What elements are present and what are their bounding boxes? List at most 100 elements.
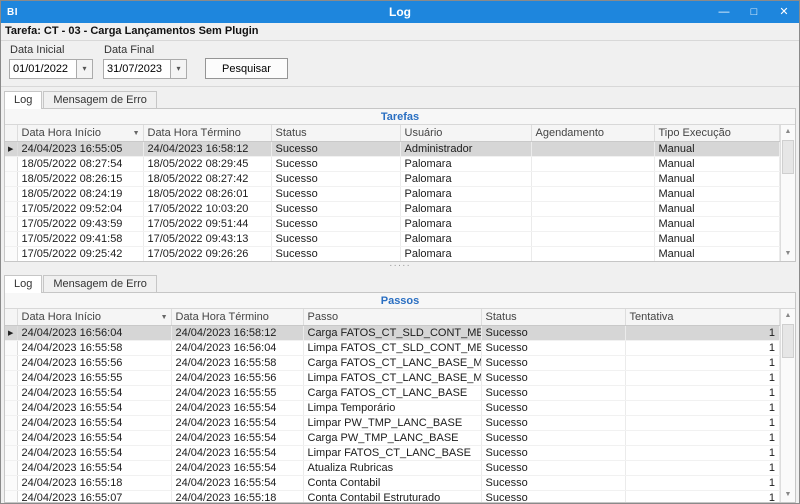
table-row[interactable]: 24/04/2023 16:55:54 24/04/2023 16:55:54 Ca… [5, 430, 780, 446]
col-header-data-hora-inicio[interactable]: Data Hora Início ▼ [17, 125, 144, 142]
cell[interactable]: Manual [654, 156, 780, 172]
cell[interactable]: Sucesso [481, 445, 626, 461]
cell[interactable]: Sucesso [271, 231, 401, 247]
cell[interactable]: Administrador [400, 141, 532, 157]
cell[interactable] [531, 216, 655, 232]
col-header-tentativa[interactable]: Tentativa [625, 309, 780, 326]
cell[interactable]: 24/04/2023 16:55:54 [17, 460, 172, 476]
table-row[interactable]: 17/05/2022 09:43:59 17/05/2022 09:51:44 Su… [5, 216, 780, 232]
cell[interactable]: Limpa Temporário [303, 400, 482, 416]
cell[interactable]: 24/04/2023 16:55:54 [17, 430, 172, 446]
cell[interactable]: 1 [625, 340, 780, 356]
data-inicial-dropdown-icon[interactable]: ▾ [76, 60, 92, 78]
cell[interactable]: Palomara [400, 216, 532, 232]
cell[interactable]: Sucesso [481, 400, 626, 416]
cell[interactable]: Sucesso [271, 201, 401, 217]
table-row[interactable]: 17/05/2022 09:41:58 17/05/2022 09:43:13 Su… [5, 231, 780, 247]
cell[interactable] [531, 246, 655, 261]
cell[interactable]: Manual [654, 216, 780, 232]
cell[interactable]: 1 [625, 475, 780, 491]
cell[interactable]: 1 [625, 415, 780, 431]
cell[interactable] [531, 141, 655, 157]
cell[interactable]: Sucesso [271, 171, 401, 187]
cell[interactable]: Sucesso [481, 490, 626, 502]
cell[interactable]: 17/05/2022 09:26:26 [143, 246, 272, 261]
cell[interactable]: Sucesso [481, 355, 626, 371]
cell[interactable]: Conta Contabil [303, 475, 482, 491]
tab-mensagem-erro-tarefas[interactable]: Mensagem de Erro [43, 91, 157, 108]
cell[interactable]: Palomara [400, 186, 532, 202]
cell[interactable]: 24/04/2023 16:55:54 [171, 460, 304, 476]
scroll-thumb[interactable] [782, 140, 794, 174]
data-final-value[interactable]: 31/07/2023 [104, 60, 170, 78]
cell[interactable]: 17/05/2022 10:03:20 [143, 201, 272, 217]
cell[interactable]: Palomara [400, 201, 532, 217]
passos-vertical-scrollbar[interactable]: ▲ ▼ [780, 309, 795, 502]
table-row[interactable]: ▶ 24/04/2023 16:56:04 24/04/2023 16:58:12 C… [5, 325, 780, 341]
cell[interactable]: 17/05/2022 09:43:59 [17, 216, 144, 232]
maximize-button[interactable]: □ [739, 1, 769, 23]
cell[interactable]: 1 [625, 400, 780, 416]
cell[interactable]: Manual [654, 231, 780, 247]
tarefas-vertical-scrollbar[interactable]: ▲ ▼ [780, 125, 795, 261]
cell[interactable]: 24/04/2023 16:55:07 [17, 490, 172, 502]
tab-mensagem-erro-passos[interactable]: Mensagem de Erro [43, 275, 157, 292]
scroll-up-icon[interactable]: ▲ [785, 309, 792, 323]
cell[interactable]: 1 [625, 430, 780, 446]
cell[interactable]: Palomara [400, 231, 532, 247]
cell[interactable]: 24/04/2023 16:55:58 [17, 340, 172, 356]
table-row[interactable]: 17/05/2022 09:52:04 17/05/2022 10:03:20 Su… [5, 201, 780, 217]
table-row[interactable]: ▶ 24/04/2023 16:55:05 24/04/2023 16:58:12 S… [5, 141, 780, 157]
cell[interactable]: 1 [625, 370, 780, 386]
cell[interactable]: 24/04/2023 16:55:55 [17, 370, 172, 386]
panel-splitter[interactable]: ····· [1, 261, 799, 271]
cell[interactable]: 18/05/2022 08:26:15 [17, 171, 144, 187]
table-row[interactable]: 24/04/2023 16:55:18 24/04/2023 16:55:54 Co… [5, 475, 780, 491]
cell[interactable]: Sucesso [481, 385, 626, 401]
table-row[interactable]: 24/04/2023 16:55:58 24/04/2023 16:56:04 Li… [5, 340, 780, 356]
cell[interactable]: Sucesso [481, 325, 626, 341]
cell[interactable]: 1 [625, 460, 780, 476]
cell[interactable]: Carga FATOS_CT_LANC_BASE_MES [303, 355, 482, 371]
cell[interactable]: 1 [625, 490, 780, 502]
cell[interactable]: 24/04/2023 16:58:12 [143, 141, 272, 157]
minimize-button[interactable]: — [709, 1, 739, 23]
table-row[interactable]: 18/05/2022 08:24:19 18/05/2022 08:26:01 Su… [5, 186, 780, 202]
cell[interactable]: Sucesso [481, 415, 626, 431]
tab-log-passos[interactable]: Log [4, 275, 43, 293]
col-header-usuario[interactable]: Usuário [400, 125, 532, 142]
titlebar[interactable]: BI Log — □ ✕ [1, 1, 799, 23]
cell[interactable]: Atualiza Rubricas [303, 460, 482, 476]
cell[interactable]: 1 [625, 445, 780, 461]
cell[interactable]: 18/05/2022 08:24:19 [17, 186, 144, 202]
cell[interactable]: Carga FATOS_CT_SLD_CONT_MES [303, 325, 482, 341]
pesquisar-button[interactable]: Pesquisar [205, 58, 288, 79]
scroll-thumb[interactable] [782, 324, 794, 358]
cell[interactable]: Manual [654, 246, 780, 261]
cell[interactable] [531, 171, 655, 187]
cell[interactable]: Limpa FATOS_CT_LANC_BASE_MES [303, 370, 482, 386]
cell[interactable]: 24/04/2023 16:55:54 [171, 475, 304, 491]
cell[interactable]: 24/04/2023 16:55:54 [17, 445, 172, 461]
table-row[interactable]: 24/04/2023 16:55:56 24/04/2023 16:55:58 Ca… [5, 355, 780, 371]
cell[interactable]: 24/04/2023 16:55:55 [171, 385, 304, 401]
cell[interactable]: Carga FATOS_CT_LANC_BASE [303, 385, 482, 401]
cell[interactable]: Sucesso [481, 340, 626, 356]
cell[interactable]: 1 [625, 355, 780, 371]
cell[interactable] [531, 156, 655, 172]
cell[interactable]: 24/04/2023 16:56:04 [17, 325, 172, 341]
cell[interactable]: 24/04/2023 16:55:54 [171, 400, 304, 416]
table-row[interactable]: 24/04/2023 16:55:54 24/04/2023 16:55:54 Li… [5, 400, 780, 416]
cell[interactable] [531, 186, 655, 202]
cell[interactable]: 24/04/2023 16:55:54 [171, 415, 304, 431]
table-row[interactable]: 24/04/2023 16:55:54 24/04/2023 16:55:54 Li… [5, 445, 780, 461]
data-final-input[interactable]: 31/07/2023 ▾ [103, 59, 187, 79]
data-final-dropdown-icon[interactable]: ▾ [170, 60, 186, 78]
col-header-data-hora-termino[interactable]: Data Hora Término [171, 309, 304, 326]
cell[interactable]: Palomara [400, 171, 532, 187]
cell[interactable]: 18/05/2022 08:29:45 [143, 156, 272, 172]
cell[interactable]: 24/04/2023 16:55:56 [17, 355, 172, 371]
table-row[interactable]: 17/05/2022 09:25:42 17/05/2022 09:26:26 Su… [5, 246, 780, 261]
cell[interactable]: 17/05/2022 09:25:42 [17, 246, 144, 261]
cell[interactable]: 24/04/2023 16:55:54 [171, 430, 304, 446]
